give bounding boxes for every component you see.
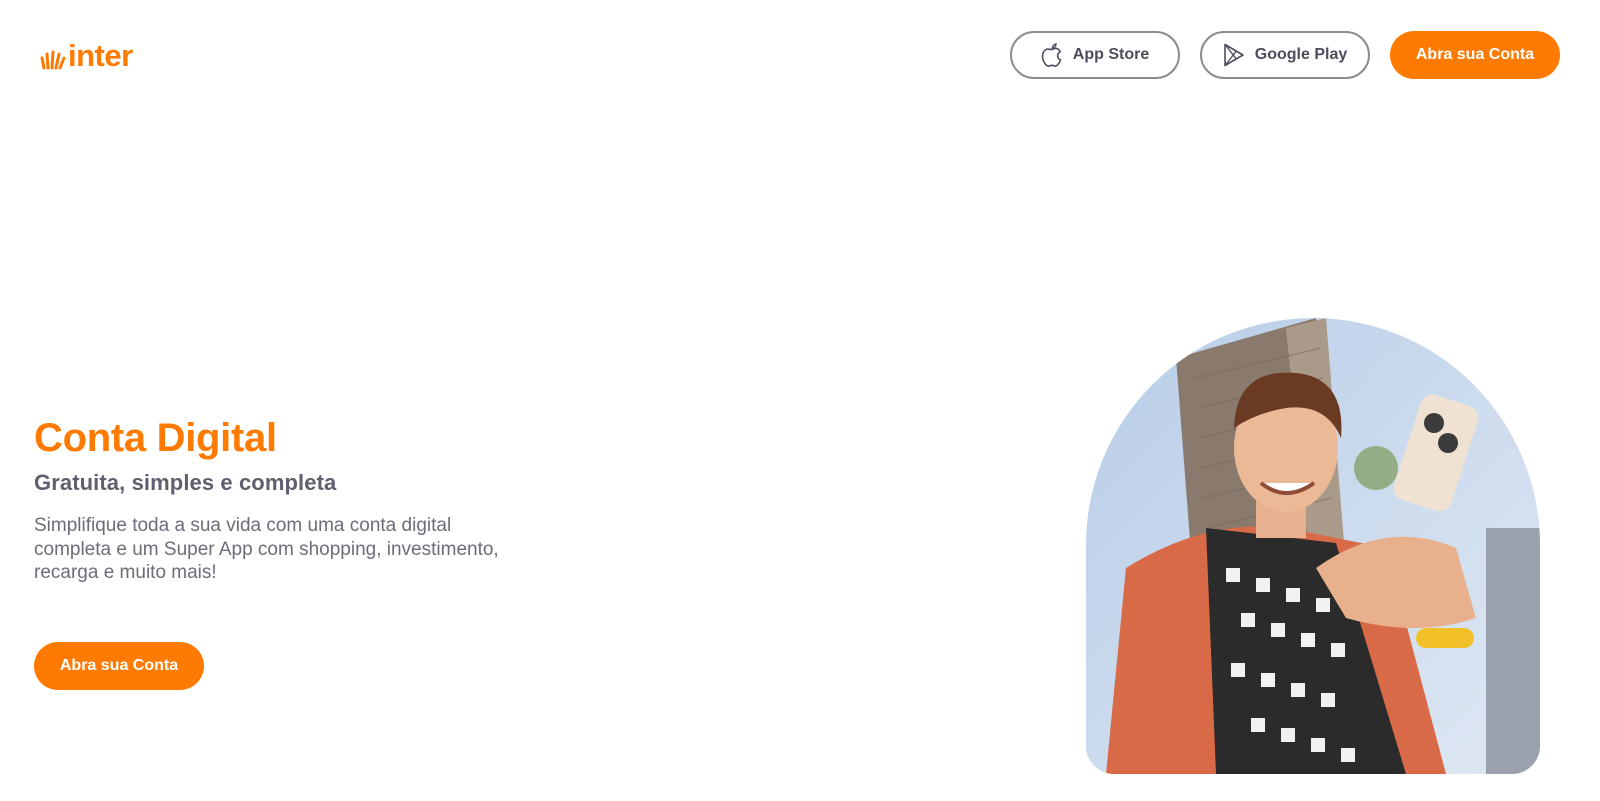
hero-photo-illustration: [1086, 318, 1540, 774]
hero-subtitle: Gratuita, simples e completa: [34, 470, 337, 495]
google-play-label: Google Play: [1254, 46, 1348, 63]
logo-text: inter: [68, 37, 133, 73]
play-store-icon: [1223, 43, 1244, 67]
app-store-button[interactable]: App Store: [1010, 31, 1180, 79]
hero-title: Conta Digital: [34, 416, 277, 460]
logo[interactable]: inter: [40, 37, 133, 73]
hero-open-account-button[interactable]: Abra sua Conta: [34, 642, 204, 690]
inter-sunburst-logo-icon: [40, 50, 66, 70]
hero-photo: [1086, 318, 1540, 774]
hero-description: Simplifique toda a sua vida com uma cont…: [34, 515, 499, 583]
open-account-button[interactable]: Abra sua Conta: [1390, 31, 1560, 79]
header-nav: App Store Google Play Abra sua Conta: [1010, 31, 1560, 79]
apple-icon: [1041, 43, 1062, 67]
google-play-button[interactable]: Google Play: [1200, 31, 1370, 79]
app-store-label: App Store: [1072, 46, 1150, 63]
